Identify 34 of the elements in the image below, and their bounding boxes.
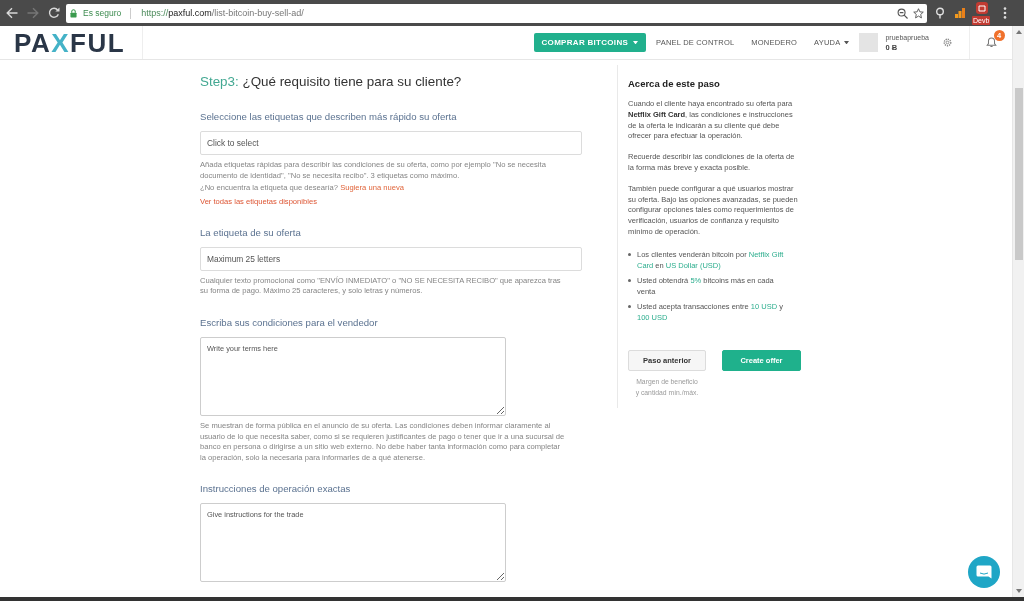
address-bar[interactable]: Es seguro https://paxful.com/list-bitcoin-buy-sell-ad/	[66, 3, 927, 23]
reload-icon[interactable]	[48, 7, 60, 19]
logo[interactable]: PAXFUL	[14, 29, 126, 56]
bullet-icon	[628, 252, 631, 256]
url-text[interactable]: https://paxful.com/list-bitcoin-buy-sell-ad/	[141, 8, 304, 18]
zoom-out-icon[interactable]	[897, 7, 908, 19]
security-label: Es seguro	[83, 8, 122, 18]
back-arrow-icon[interactable]	[6, 7, 18, 19]
bell-icon[interactable]	[985, 37, 997, 48]
chat-icon[interactable]	[968, 556, 1000, 588]
step-title: ¿Qué requisito tiene para su cliente?	[242, 74, 462, 89]
tag-select-field[interactable]: Click to select	[200, 131, 582, 155]
step-label: Step3:	[200, 74, 239, 89]
scrollbar[interactable]	[1012, 26, 1024, 597]
bar-chart-icon[interactable]	[955, 8, 965, 18]
field-label: Instrucciones de operación exactas	[200, 483, 352, 496]
caret-icon	[844, 40, 850, 45]
scroll-down-icon[interactable]	[1015, 589, 1022, 593]
extension-icon[interactable]	[976, 2, 988, 14]
caret-icon	[633, 40, 639, 45]
scrollbar-thumb[interactable]	[1014, 88, 1023, 260]
scroll-up-icon[interactable]	[1015, 30, 1022, 34]
star-icon[interactable]	[913, 7, 924, 19]
bullet-icon	[628, 278, 631, 282]
sidebar-title: Acerca de este paso	[628, 78, 721, 90]
pin-icon[interactable]	[935, 7, 945, 19]
field-label: Seleccione las etiquetas que describen más rápido su oferta	[200, 111, 458, 123]
field-label: Escriba sus condiciones para el vendedor	[200, 316, 379, 329]
lock-icon	[70, 8, 77, 18]
settings-icon[interactable]	[943, 38, 952, 47]
bullet-icon	[628, 304, 631, 308]
menu-icon[interactable]	[1003, 7, 1007, 19]
input-field[interactable]: Maximum 25 letters	[200, 246, 582, 271]
field-label: La etiqueta de su oferta	[200, 226, 302, 239]
